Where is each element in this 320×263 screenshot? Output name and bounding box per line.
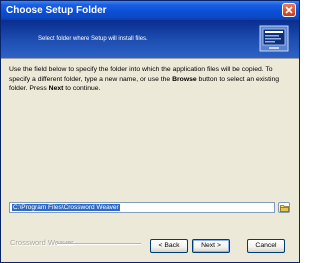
next-button[interactable]: Next > [192, 239, 230, 253]
close-icon [285, 6, 293, 14]
header-subtitle: Select folder where Setup will install f… [38, 36, 148, 42]
footer-divider [57, 243, 141, 245]
header-divider [1, 58, 299, 59]
back-button[interactable]: < Back [150, 239, 188, 253]
instructions-next-word: Next [48, 85, 64, 92]
folder-icon [280, 205, 289, 212]
instructions-part-3: to continue. [63, 85, 101, 92]
close-button[interactable] [282, 3, 296, 17]
instructions-browse-word: Browse [172, 75, 197, 83]
setup-dialog: Choose Setup Folder Select folder where … [0, 0, 300, 263]
browse-button[interactable] [278, 202, 290, 213]
title-bar: Choose Setup Folder [1, 1, 299, 20]
header-banner: Select folder where Setup will install f… [1, 20, 299, 58]
cancel-button[interactable]: Cancel [247, 239, 285, 253]
window-title: Choose Setup Folder [6, 5, 107, 16]
setup-computer-icon [259, 25, 289, 52]
install-folder-input[interactable]: C:\Program Files\Crossword Weaver [9, 202, 275, 213]
instructions-text: Use the field below to specify the folde… [9, 65, 292, 94]
install-folder-value: C:\Program Files\Crossword Weaver [12, 204, 120, 211]
